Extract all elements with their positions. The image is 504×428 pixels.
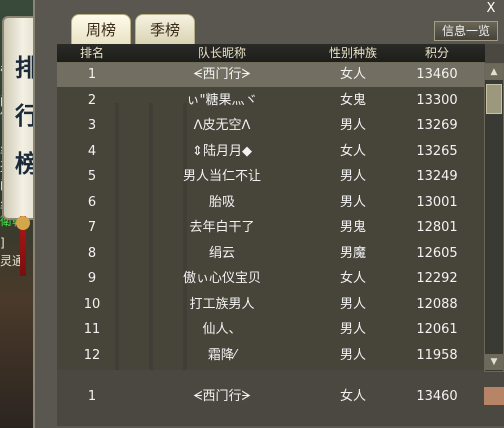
table-row[interactable]: 4 ⇕陆月月◆ 女人 13265 — [57, 140, 485, 164]
scroll-up-button[interactable]: ▲ — [485, 64, 503, 80]
score-cell: 13300 — [416, 92, 458, 108]
score-cell: 11958 — [416, 347, 458, 363]
race-cell: 女人 — [339, 271, 366, 286]
column-name-header: 队长昵称 — [197, 46, 246, 60]
score-cell: 12605 — [416, 245, 458, 261]
name-cell: ⇕陆月月◆ — [192, 143, 252, 159]
rank-cell: 4 — [87, 143, 97, 159]
name-cell: 霜降⁄ — [207, 347, 237, 363]
table-row[interactable]: 6 胎吸 男人 13001 — [57, 191, 485, 215]
close-button[interactable]: X — [480, 0, 502, 18]
tab-seasonal[interactable]: 季榜 — [135, 14, 195, 45]
name-cell: 傲ぃ心仪宝贝 — [182, 271, 261, 286]
score-cell: 13001 — [416, 194, 458, 210]
race-cell: 男人 — [339, 118, 366, 133]
race-cell: 男鬼 — [339, 220, 366, 235]
race-cell: 女鬼 — [339, 92, 366, 108]
name-cell: 绢云 — [208, 245, 235, 261]
table-row[interactable]: 5 男人当仁不让 男人 13249 — [57, 165, 485, 189]
table-row[interactable]: 1 ᗕ西门行ᗒ 女人 13460 — [57, 63, 485, 87]
score-cell: 13269 — [416, 118, 458, 133]
race-cell: 男人 — [339, 347, 366, 363]
score-cell: 12061 — [416, 322, 458, 337]
name-cell: 胎吸 — [208, 194, 235, 210]
name-cell: 仙人、 — [202, 322, 242, 337]
race-cell: 男人 — [339, 322, 366, 337]
rank-cell: 11 — [83, 322, 101, 337]
race-cell: 男人 — [339, 194, 366, 210]
race-cell: 女人 — [339, 67, 366, 82]
name-cell: 去年白干了 — [189, 220, 255, 235]
scroll-thumb[interactable] — [486, 84, 502, 114]
column-rank-header: 排名 — [79, 46, 104, 60]
score-cell: 12801 — [416, 220, 458, 235]
rank-cell: 12 — [83, 347, 101, 363]
scroll-down-button[interactable]: ▼ — [485, 354, 503, 370]
score-cell: 13265 — [416, 143, 458, 159]
race-cell: 男人 — [339, 296, 366, 312]
name-cell: ᐱ皮无空ᐱ — [193, 118, 251, 133]
table-row[interactable]: 7 去年白干了 男鬼 12801 — [57, 216, 485, 240]
rank-cell: 1 — [87, 67, 97, 82]
table-row[interactable]: 8 绢云 男魔 12605 — [57, 242, 485, 266]
rank-cell: 3 — [87, 118, 97, 133]
column-race-header: 性别种族 — [328, 46, 377, 60]
list-scrollbar[interactable]: ▲ ▼ — [484, 63, 504, 372]
rank-cell: 8 — [87, 245, 97, 261]
name-cell: ᗕ西门行ᗒ — [193, 67, 251, 82]
score-cell: 12292 — [416, 271, 458, 286]
table-row[interactable]: 9 傲ぃ心仪宝贝 女人 12292 — [57, 267, 485, 291]
rank-cell: 9 — [87, 271, 97, 286]
rank-cell: 5 — [87, 169, 97, 184]
rank-cell: 10 — [83, 296, 101, 312]
ranking-list: 1 ᗕ西门行ᗒ 女人 13460 2 ぃ"糖果灬ヾ 女鬼 13300 3 ᐱ皮无空ᐱ 男人 13269… — [57, 63, 485, 370]
seal-icon — [484, 387, 504, 405]
score-cell: 13460 — [416, 67, 458, 82]
rank-cell: 2 — [87, 92, 97, 108]
table-row[interactable]: 2 ぃ"糖果灬ヾ 女鬼 13300 — [57, 89, 485, 113]
column-score-header: 积分 — [424, 46, 449, 60]
name-cell: ぃ"糖果灬ヾ — [186, 92, 258, 108]
edge-text: ] — [0, 236, 5, 250]
table-row[interactable]: 12 霜降⁄ 男人 11958 — [57, 344, 485, 368]
race-cell: 女人 — [339, 143, 366, 159]
table-row[interactable]: 11 仙人、 男人 12061 — [57, 318, 485, 342]
score-cell: 12088 — [416, 296, 458, 312]
table-row[interactable]: 10 打工族男人 男人 12088 — [57, 293, 485, 317]
table-header: 排名 队长昵称 性别种族 积分 — [57, 44, 485, 63]
score-cell: 13249 — [416, 169, 458, 184]
my-name: ᗕ西门行ᗒ — [193, 389, 251, 404]
rank-cell: 7 — [87, 220, 97, 235]
rank-cell: 6 — [87, 194, 97, 210]
my-race: 女人 — [339, 389, 366, 404]
my-score: 13460 — [416, 389, 458, 404]
name-cell: 打工族男人 — [189, 296, 255, 312]
tab-weekly[interactable]: 周榜 — [71, 14, 131, 45]
table-row[interactable]: 3 ᐱ皮无空ᐱ 男人 13269 — [57, 114, 485, 138]
leaderboard-panel: 周榜 季榜 信息一览 X 排名 队长昵称 性别种族 积分 1 ᗕ西门行ᗒ 女人 134… — [33, 0, 504, 428]
tassel-knot-decoration — [16, 216, 30, 230]
race-cell: 男魔 — [339, 245, 366, 261]
my-rank: 1 — [87, 389, 97, 404]
info-overview-button[interactable]: 信息一览 — [434, 21, 498, 41]
my-rank-row: 1 ᗕ西门行ᗒ 女人 13460 — [57, 377, 504, 417]
race-cell: 男人 — [339, 169, 366, 184]
name-cell: 男人当仁不让 — [182, 169, 261, 184]
